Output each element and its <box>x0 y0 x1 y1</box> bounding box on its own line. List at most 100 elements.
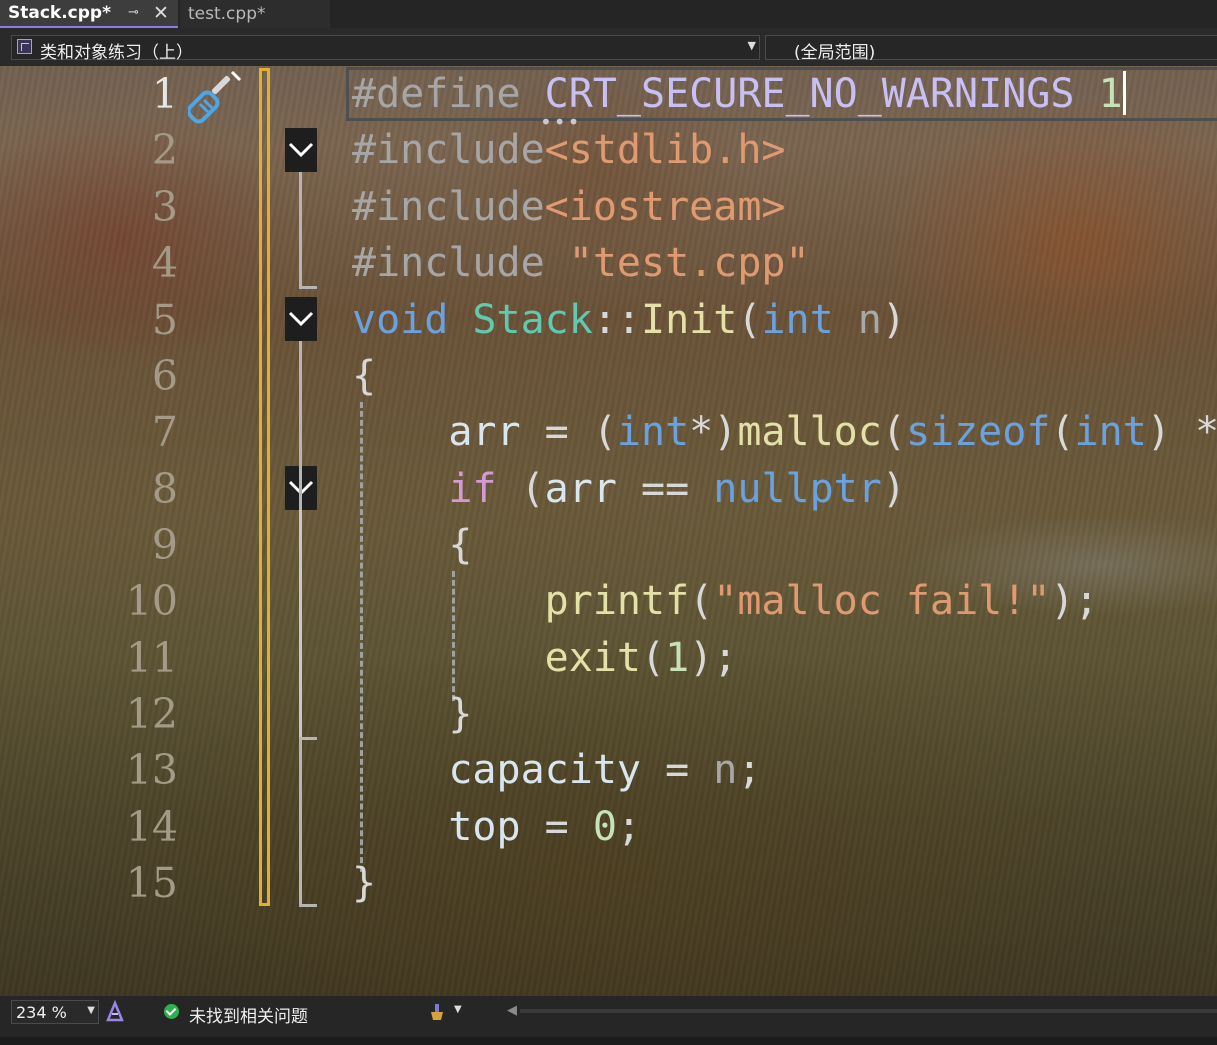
class-dropdown[interactable]: 类和对象练习（上） ▼ <box>11 35 760 63</box>
token: == <box>616 466 714 512</box>
code-line-8[interactable]: if (arr == nullptr) <box>352 461 906 517</box>
chevron-down-icon <box>288 311 314 327</box>
chevron-down-icon <box>288 142 314 158</box>
pin-icon[interactable]: ⊸ <box>128 5 139 20</box>
token: 0 <box>592 804 617 850</box>
token: ); <box>689 635 738 681</box>
token: ( <box>1050 409 1075 455</box>
issues-status[interactable]: 未找到相关问题 <box>189 1002 308 1027</box>
token: ( <box>496 466 545 512</box>
code-line-3[interactable]: #include<iostream> <box>352 179 785 235</box>
token: arr <box>544 466 617 512</box>
chevron-down-icon[interactable]: ▼ <box>87 1005 95 1016</box>
token: #include <box>352 240 569 286</box>
fold-toggle-init[interactable] <box>285 297 317 341</box>
line-number: 9 <box>151 521 178 569</box>
code-line-11[interactable]: exit(1); <box>352 630 738 686</box>
line-number: 13 <box>125 746 178 794</box>
token: ( <box>689 578 714 624</box>
code-line-12[interactable]: } <box>352 686 472 742</box>
token: ; <box>616 804 642 850</box>
tab-label: test.cpp* <box>188 4 266 24</box>
editor-status-bar: 234 % ▼ 未找到相关问题 ▼ ◀ <box>0 996 1217 1045</box>
token: <stdlib.h> <box>544 127 786 173</box>
change-marker <box>259 68 270 906</box>
tab-label: Stack.cpp* <box>8 3 111 23</box>
text-cursor <box>1122 71 1126 115</box>
token: ) <box>881 297 906 343</box>
token: CRT_SECURE_NO_WARNINGS <box>544 71 1099 117</box>
token: #include <box>352 184 545 230</box>
code-editor[interactable]: 1 2 3 4 5 6 7 8 9 10 11 12 13 14 15 ••• … <box>0 66 1217 996</box>
token: Stack <box>472 297 593 343</box>
token: :: <box>592 297 642 343</box>
token: = <box>520 804 593 850</box>
token: exit <box>544 635 641 681</box>
line-number: 5 <box>151 296 178 344</box>
code-line-15[interactable]: } <box>352 855 376 911</box>
token: capacity <box>448 747 641 793</box>
code-line-4[interactable]: #include "test.cpp" <box>352 235 810 291</box>
token: ; <box>737 747 762 793</box>
navigation-bar: 类和对象练习（上） ▼ (全局范围) <box>0 28 1217 66</box>
code-line-14[interactable]: top = 0; <box>352 799 641 855</box>
token: { <box>352 353 377 399</box>
line-number: 10 <box>125 577 178 625</box>
line-number: 1 <box>151 70 178 118</box>
token: { <box>448 522 473 568</box>
intellicode-icon[interactable] <box>104 999 126 1028</box>
chevron-down-icon[interactable]: ▼ <box>748 39 756 52</box>
fold-region-line <box>299 172 302 288</box>
code-line-10[interactable]: printf("malloc fail!"); <box>352 573 1099 629</box>
line-number: 15 <box>125 859 178 907</box>
code-line-7[interactable]: arr = (int*)malloc(sizeof(int) * n <box>352 404 1217 460</box>
code-line-1[interactable]: #define CRT_SECURE_NO_WARNINGS 1 <box>352 66 1126 122</box>
line-number: 11 <box>125 634 178 682</box>
fold-region-end <box>299 286 317 289</box>
tab-test-cpp[interactable]: test.cpp* <box>180 0 330 28</box>
zoom-dropdown[interactable]: 234 % ▼ <box>11 1000 99 1024</box>
code-line-13[interactable]: capacity = n; <box>352 742 761 798</box>
line-number: 7 <box>151 408 178 456</box>
fold-region-line <box>299 510 302 740</box>
token: ) * <box>1146 409 1217 455</box>
code-line-2[interactable]: #include<stdlib.h> <box>352 122 785 178</box>
token: arr <box>448 409 521 455</box>
screwdriver-icon[interactable] <box>186 68 246 130</box>
token: = <box>520 409 593 455</box>
code-line-6[interactable]: { <box>352 348 376 404</box>
token: 1 <box>1098 71 1123 117</box>
code-line-9[interactable]: { <box>352 517 472 573</box>
fold-region-end <box>299 737 317 740</box>
line-number: 12 <box>125 690 178 738</box>
scope-dropdown-label: (全局范围) <box>794 43 876 63</box>
scroll-left-icon[interactable]: ◀ <box>507 1003 517 1018</box>
token: int <box>1074 409 1147 455</box>
token: <iostream> <box>544 184 786 230</box>
token: malloc <box>737 409 882 455</box>
tab-stack-cpp[interactable]: Stack.cpp* ⊸ ✕ <box>0 0 178 28</box>
code-line-5[interactable]: void Stack::Init(int n) <box>352 292 906 348</box>
code-cleanup-icon[interactable] <box>428 1003 446 1025</box>
line-number: 2 <box>151 126 178 174</box>
zoom-level: 234 % <box>16 1003 67 1022</box>
line-number: 6 <box>151 352 178 400</box>
token: int <box>616 409 690 455</box>
token: 1 <box>665 635 690 681</box>
line-number: 14 <box>125 803 178 851</box>
close-icon[interactable]: ✕ <box>153 2 169 24</box>
token: = <box>640 747 714 793</box>
token: ); <box>1050 578 1099 624</box>
token: n <box>857 297 882 343</box>
line-number: 8 <box>151 465 178 513</box>
token: } <box>448 691 473 737</box>
horizontal-scrollbar[interactable] <box>520 1009 1217 1013</box>
scope-dropdown[interactable]: (全局范围) <box>765 35 1217 63</box>
fold-toggle-includes[interactable] <box>285 128 317 172</box>
fold-region-end <box>299 904 317 907</box>
class-dropdown-label: 类和对象练习（上） <box>40 43 193 63</box>
chevron-down-icon[interactable]: ▼ <box>454 1004 462 1015</box>
token: if <box>448 466 497 512</box>
token: Init <box>641 297 738 343</box>
token: void <box>352 297 449 343</box>
